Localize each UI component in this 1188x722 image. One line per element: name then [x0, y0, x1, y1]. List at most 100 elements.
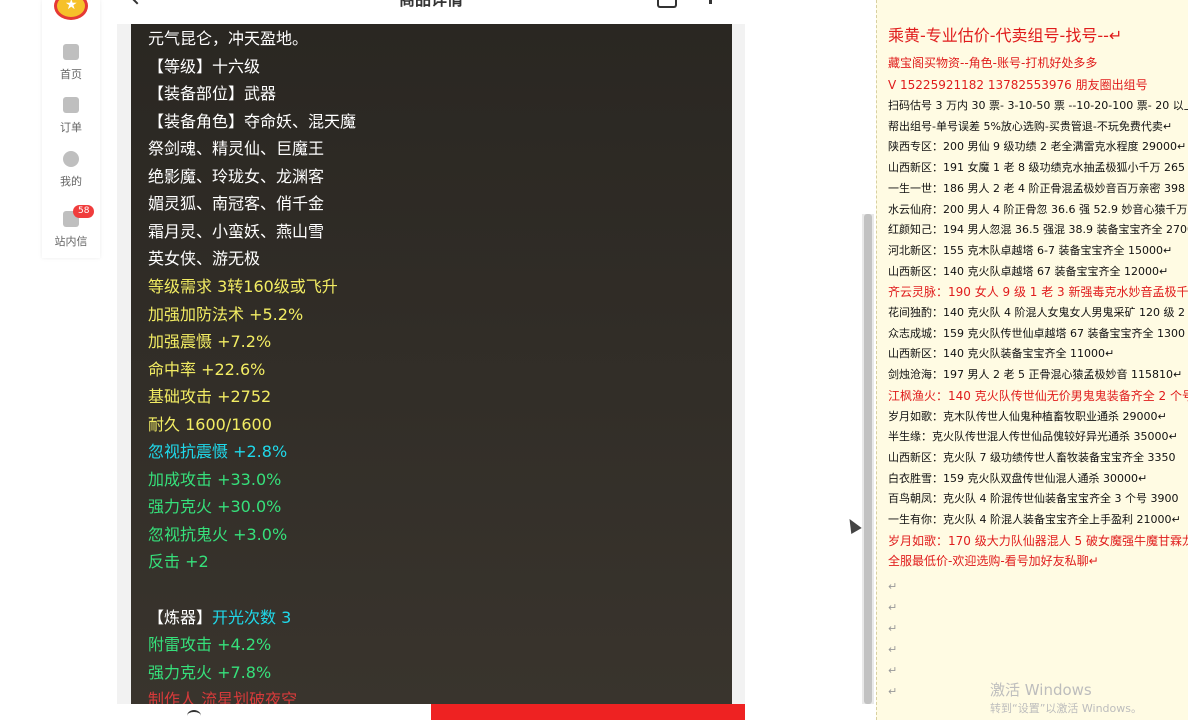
detail-line-text: 【炼器】 — [148, 607, 213, 627]
detail-line-suffix: 开光次数 3 — [212, 607, 292, 627]
order-icon — [63, 97, 79, 113]
document-line: 百鸟朝凤：克火队 4 阶混传世仙装备宝宝齐全 3 个号 3900 — [888, 492, 1179, 506]
detail-line: 英女侠、游无极 — [148, 249, 260, 269]
detail-line: 加强震慑 +7.2% — [148, 332, 271, 352]
detail-line: 霜月灵、小蛮妖、燕山雪 — [148, 222, 324, 242]
detail-line: 加强加防法术 +5.2% — [148, 305, 303, 325]
logo-icon: ★ — [65, 0, 78, 13]
detail-line: 绝影魔、玲珑女、龙渊客 — [148, 167, 324, 187]
sidebar-item-label: 我的 — [60, 175, 82, 188]
detail-line: 附雷攻击 +4.2% — [148, 635, 271, 655]
detail-line: 制作人 流星划破夜空 — [148, 690, 297, 704]
detail-line: 【炼器】开光次数 3 — [148, 608, 291, 628]
sidebar-item-label: 站内信 — [54, 235, 88, 248]
paragraph-mark: ↵ — [888, 601, 898, 614]
detail-line: 【装备部位】武器 — [148, 84, 276, 104]
scrollbar[interactable] — [862, 214, 874, 704]
top-bar: 商品详情 — [117, 0, 745, 24]
document-line: 帮出组号-单号误差 5%放心选购-买贵管退-不玩免费代卖↵ — [888, 119, 1173, 133]
sidebar-item-orders[interactable]: 订单 — [42, 97, 100, 135]
document-line: 陕西专区：200 男仙 9 级功绩 2 老全满雷克水程度 29000↵ — [888, 140, 1187, 154]
document-line: 岁月如歌：克木队传世人仙鬼种植畜牧职业通杀 29000↵ — [888, 409, 1167, 423]
share-icon[interactable] — [657, 0, 677, 8]
detail-line-text: 制作人 流星划破夜空 — [148, 690, 298, 704]
page-title: 商品详情 — [117, 0, 745, 9]
item-detail-card: 元气昆仑，冲天盈地。 【等级】十六级 【装备部位】武器【装备角色】夺命妖、混天魔 祭剑… — [131, 24, 732, 704]
left-sidebar: ★ 首页 订单 我的 58 站内信 — [42, 0, 100, 258]
detail-line: 强力克火 +7.8% — [148, 663, 271, 683]
sidebar-item-label: 订单 — [60, 121, 82, 134]
document-line: 乘黄-专业估价-代卖组号-找号--↵ — [888, 26, 1123, 45]
activation-watermark-subtitle: 转到“设置”以激活 Windows。 — [990, 702, 1142, 715]
detail-line-text: 等级需求 3转160级或飞升 — [148, 276, 338, 296]
detail-line-text: 【等级】十六级 — [148, 56, 261, 76]
detail-line: 媚灵狐、南冠客、俏千金 — [148, 194, 324, 214]
detail-line-text: 加强加防法术 +5.2% — [148, 304, 304, 324]
detail-line-text: 绝影魔、玲珑女、龙渊客 — [148, 166, 325, 186]
detail-line-text: 附雷攻击 +4.2% — [148, 635, 272, 655]
document-line: V 15225921182 13782553976 朋友圈出组号 — [888, 78, 1148, 92]
mouse-cursor-icon — [844, 515, 862, 535]
document-line: 白衣胜雪：159 克火队双盘传世仙混人通杀 30000↵ — [888, 471, 1148, 485]
detail-line-text: 加成攻击 +33.0% — [148, 469, 282, 489]
detail-line: 忽视抗鬼火 +3.0% — [148, 525, 287, 545]
detail-line: 反击 +2 — [148, 552, 209, 572]
sidebar-item-profile[interactable]: 我的 — [42, 151, 100, 189]
paragraph-mark: ↵ — [888, 664, 898, 677]
detail-line-text: 【装备角色】夺命妖、混天魔 — [148, 111, 357, 131]
detail-line: 忽视抗震慑 +2.8% — [148, 442, 287, 462]
detail-line: 命中率 +22.6% — [148, 360, 265, 380]
detail-line-text: 命中率 +22.6% — [148, 359, 266, 379]
home-icon — [63, 44, 79, 60]
logo[interactable]: ★ — [54, 0, 88, 20]
document-page: 乘黄-专业估价-代卖组号-找号--↵ 藏宝阁买物资--角色-账号-打机好处多多 V … — [876, 0, 1188, 720]
paragraph-mark: ↵ — [888, 622, 898, 635]
scrollbar-thumb[interactable] — [864, 214, 872, 704]
detail-line-text: 耐久 1600/1600 — [148, 414, 272, 434]
document-line: 藏宝阁买物资--角色-账号-打机好处多多 — [888, 56, 1098, 70]
detail-line: 基础攻击 +2752 — [148, 387, 271, 407]
detail-line: 【等级】十六级 — [148, 57, 260, 77]
document-line: 全服最低价-欢迎选购-看号加好友私聊↵ — [888, 554, 1099, 569]
detail-line-text: 媚灵狐、南冠客、俏千金 — [148, 194, 325, 214]
document-line: 江枫渔火：140 克火队传世仙无价男鬼鬼装备齐全 2 个号 4 — [888, 388, 1188, 403]
detail-line-text: 强力克火 +30.0% — [148, 497, 282, 517]
document-line: 剑烛沧海：197 男人 2 老 5 正骨混心猿孟极妙音 115810↵ — [888, 368, 1183, 382]
favorite-icon[interactable] — [187, 710, 201, 722]
paragraph-mark: ↵ — [888, 685, 898, 698]
detail-line: 祭剑魂、精灵仙、巨魔王 — [148, 139, 324, 159]
document-line: 众志成城：159 克火队传世仙卓越塔 67 装备宝宝齐全 1300 — [888, 326, 1185, 340]
document-line: 山西新区：191 女魔 1 老 8 级功绩克水抽孟极狐小千万 265 — [888, 161, 1185, 175]
detail-line-text: 加强震慑 +7.2% — [148, 332, 272, 352]
sidebar-item-messages[interactable]: 58 站内信 — [42, 205, 100, 249]
document-line: 半生缘：克火队传世混人传世仙品傀较好异光通杀 35000↵ — [888, 430, 1178, 444]
detail-line-text: 祭剑魂、精灵仙、巨魔王 — [148, 139, 325, 159]
document-line: 齐云灵脉：190 女人 9 级 1 老 3 新强毒克水妙音孟极千万 5 — [888, 285, 1188, 300]
document-line: 一生一世：186 男人 2 老 4 阶正骨混孟极妙音百万亲密 398 — [888, 181, 1185, 195]
activation-watermark-title: 激活 Windows — [990, 681, 1092, 699]
sidebar-item-home[interactable]: 首页 — [42, 44, 100, 82]
detail-line-text: 忽视抗震慑 +2.8% — [148, 442, 288, 462]
document-line: 水云仙府：200 男人 4 阶正骨忽 36.6 强 52.9 妙音心猿千万 — [888, 202, 1188, 216]
bottom-bar — [117, 704, 745, 720]
document-line: 扫码估号 3 万内 30 票- 3-10-50 票 --10-20-100 票-… — [888, 99, 1188, 112]
document-line: 山西新区：140 克火队卓越塔 67 装备宝宝齐全 12000↵ — [888, 264, 1169, 278]
buy-button[interactable] — [431, 704, 745, 720]
user-icon — [63, 151, 79, 167]
detail-line: 强力克火 +30.0% — [148, 497, 281, 517]
detail-line-text: 基础攻击 +2752 — [148, 387, 272, 407]
detail-line-text: 元气昆仑，冲天盈地。 — [148, 29, 309, 48]
detail-line: 耐久 1600/1600 — [148, 415, 272, 435]
detail-line-text: 【装备部位】武器 — [148, 84, 277, 104]
detail-line-text: 忽视抗鬼火 +3.0% — [148, 524, 288, 544]
document-line: 河北新区：155 克木队卓越塔 6-7 装备宝宝齐全 15000↵ — [888, 243, 1173, 257]
document-line: 红颜知己：194 男人忽混 36.5 强混 38.9 装备宝宝齐全 2700 — [888, 223, 1188, 237]
detail-line-text: 强力克火 +7.8% — [148, 662, 272, 682]
document-line: 岁月如歌：170 级大力队仙器混人 5 破女魔强牛魔甘霖龙 6 — [888, 533, 1188, 548]
paragraph-mark: ↵ — [888, 643, 898, 656]
detail-line-text: 英女侠、游无极 — [148, 249, 261, 269]
document-line: 山西新区：140 克火队装备宝宝齐全 11000↵ — [888, 347, 1115, 361]
paragraph-mark: ↵ — [888, 580, 898, 593]
detail-line: 等级需求 3转160级或飞升 — [148, 277, 338, 297]
more-icon[interactable] — [709, 0, 712, 4]
